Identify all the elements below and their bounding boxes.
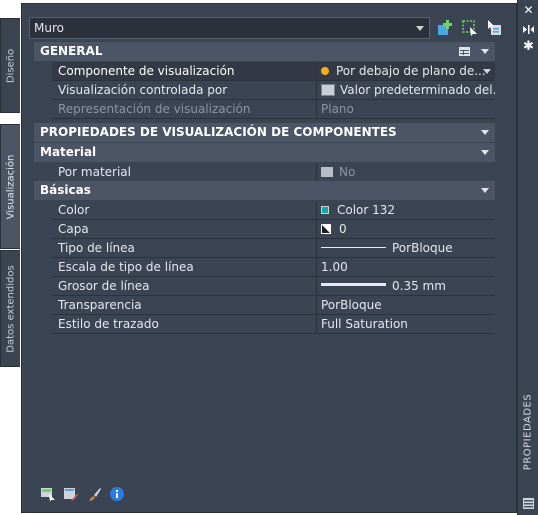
property-value-text: 0 — [339, 222, 347, 236]
tab-label: Diseño — [5, 48, 16, 83]
property-row[interactable]: Estilo de trazado Full Saturation — [34, 315, 495, 334]
property-label: Tipo de línea — [52, 239, 317, 258]
property-value: No — [317, 163, 495, 182]
chevron-down-icon — [483, 69, 491, 74]
property-label: Representación de visualización — [52, 100, 317, 119]
collapse-chevron-icon[interactable] — [481, 150, 489, 155]
palette-title-bar[interactable]: ✕ ✱ PROPIEDADES — [517, 0, 538, 515]
property-row[interactable]: Escala de tipo de línea 1.00 — [34, 258, 495, 277]
section-material[interactable]: Material — [34, 143, 495, 162]
tab-label: Datos extendidos — [5, 264, 16, 353]
property-value-dropdown[interactable]: Por debajo de plano de... — [317, 62, 495, 81]
property-label: Grosor de línea — [52, 277, 317, 296]
properties-palette: Diseño Visualización Datos extendidos Mu… — [0, 0, 538, 515]
quick-select-icon[interactable] — [461, 19, 479, 37]
collapse-chevron-icon[interactable] — [481, 188, 489, 193]
property-value[interactable]: PorBloque — [317, 296, 495, 315]
property-label: Capa — [52, 220, 317, 239]
edit-style-icon[interactable] — [63, 486, 79, 502]
property-row[interactable]: Color Color 132 — [34, 201, 495, 220]
property-row[interactable]: Capa 0 — [34, 220, 495, 239]
property-label: Color — [52, 201, 317, 220]
property-value[interactable]: Valor predeterminado del... — [317, 81, 495, 100]
tab-diseno[interactable]: Diseño — [0, 18, 20, 113]
chevron-down-icon — [416, 26, 424, 31]
property-label: Estilo de trazado — [52, 315, 317, 334]
property-value[interactable]: Full Saturation — [317, 315, 495, 334]
gear-icon[interactable]: ✱ — [522, 40, 535, 53]
layer-icon — [321, 223, 331, 234]
close-icon[interactable]: ✕ — [522, 4, 535, 17]
table-options-icon[interactable] — [459, 47, 470, 56]
lightbulb-icon — [321, 66, 329, 75]
lineweight-sample-icon — [321, 283, 386, 286]
property-value-text: PorBloque — [392, 241, 453, 255]
section-title: Básicas — [40, 183, 91, 197]
property-row[interactable]: Visualización controlada por Valor prede… — [34, 81, 495, 100]
paint-brush-icon[interactable] — [86, 486, 102, 502]
properties-icon[interactable] — [522, 497, 535, 510]
property-value[interactable]: 1.00 — [317, 258, 495, 277]
property-row[interactable]: Grosor de línea 0.35 mm — [34, 277, 495, 296]
property-row[interactable]: Tipo de línea PorBloque — [34, 239, 495, 258]
property-label: Componente de visualización — [52, 62, 317, 81]
property-value-text: Valor predeterminado del... — [340, 83, 495, 97]
property-row[interactable]: Por material No — [34, 163, 495, 182]
property-value[interactable]: PorBloque — [317, 239, 495, 258]
material-icon — [321, 166, 333, 177]
palette-title: PROPIEDADES — [522, 393, 534, 471]
tab-label: Visualización — [5, 154, 16, 219]
collapse-chevron-icon[interactable] — [481, 49, 489, 54]
property-value-text: Color 132 — [337, 203, 396, 217]
property-value: Por debajo de plano de... — [336, 64, 486, 78]
display-control-icon — [321, 83, 335, 96]
object-type-dropdown[interactable]: Muro — [29, 17, 430, 39]
property-value[interactable]: 0 — [317, 220, 495, 239]
section-title: GENERAL — [40, 44, 103, 58]
info-icon[interactable] — [109, 486, 125, 502]
property-row[interactable]: Transparencia PorBloque — [34, 296, 495, 315]
property-label: Por material — [52, 163, 317, 182]
select-display-icon[interactable] — [40, 486, 56, 502]
section-general[interactable]: GENERAL — [34, 42, 495, 61]
select-objects-icon[interactable] — [486, 19, 504, 37]
property-value-text: No — [339, 165, 356, 179]
section-title: Material — [40, 145, 97, 159]
tab-visualizacion[interactable]: Visualización — [0, 124, 20, 249]
property-row[interactable]: Representación de visualización Plano — [34, 100, 495, 119]
color-swatch-icon — [321, 205, 329, 214]
property-label: Visualización controlada por — [52, 81, 317, 100]
section-title: PROPIEDADES DE VISUALIZACIÓN DE COMPONEN… — [40, 125, 397, 139]
auto-hide-icon[interactable] — [522, 23, 535, 36]
collapse-chevron-icon[interactable] — [481, 130, 489, 135]
property-value-text: 0.35 mm — [392, 279, 446, 293]
property-label: Escala de tipo de línea — [52, 258, 317, 277]
property-value[interactable]: 0.35 mm — [317, 277, 495, 296]
section-display-component-properties[interactable]: PROPIEDADES DE VISUALIZACIÓN DE COMPONEN… — [34, 123, 495, 142]
section-basicas[interactable]: Básicas — [34, 181, 495, 200]
linetype-sample-icon — [321, 247, 386, 248]
tab-datos-extendidos[interactable]: Datos extendidos — [0, 250, 20, 367]
property-value: Plano — [317, 100, 495, 119]
property-row[interactable]: Componente de visualización Por debajo d… — [34, 62, 495, 81]
object-type-value: Muro — [34, 21, 64, 35]
property-value[interactable]: Color 132 — [317, 201, 495, 220]
property-label: Transparencia — [52, 296, 317, 315]
add-to-selection-icon[interactable] — [437, 19, 455, 37]
